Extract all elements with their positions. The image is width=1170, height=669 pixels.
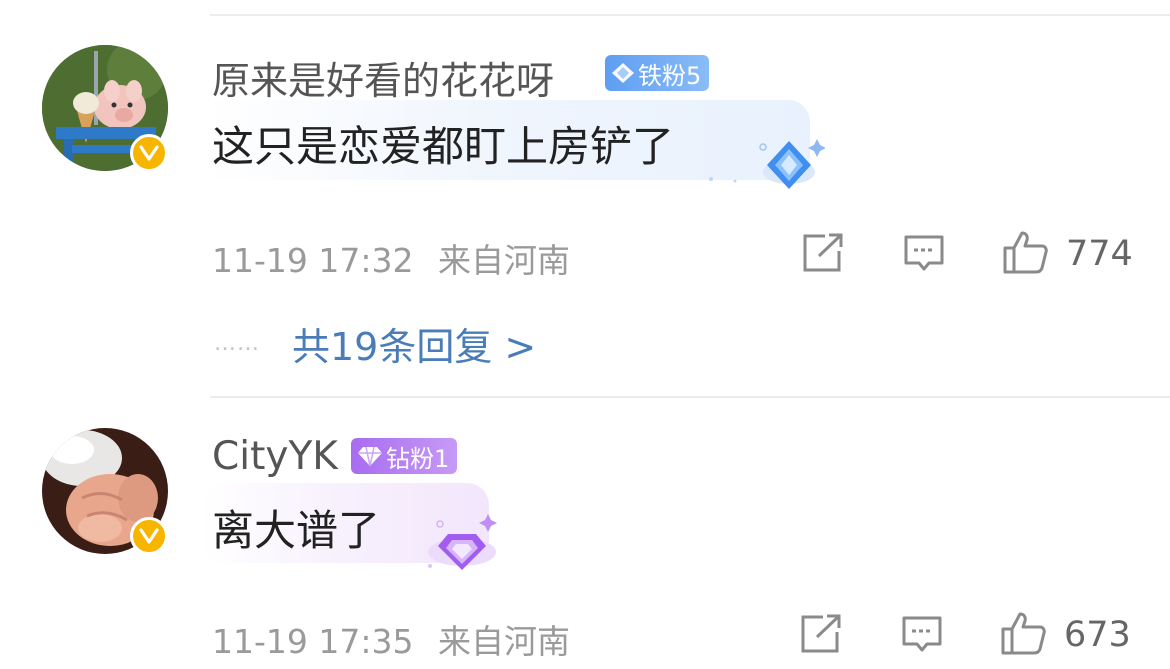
like-count: 673 <box>1064 615 1131 655</box>
verified-badge-icon <box>130 134 168 172</box>
thumbs-up-icon <box>1001 612 1046 655</box>
comment-icon <box>904 235 944 271</box>
diamond-sticker-icon <box>709 139 825 189</box>
share-button[interactable] <box>801 233 845 277</box>
share-icon <box>803 233 843 272</box>
comment-location: 来自河南 <box>437 241 570 280</box>
comment-text: 离大谱了 <box>212 506 381 555</box>
comment-button[interactable] <box>901 615 943 659</box>
comment-time: 11-19 17:35 <box>212 622 414 661</box>
replies-dots: …… <box>214 331 260 356</box>
comment-text: 这只是恋爱都盯上房铲了 <box>212 122 675 171</box>
comment-meta: 11-19 17:35 来自河南 <box>212 615 570 663</box>
comment-divider <box>210 396 1170 398</box>
username[interactable]: CityYK <box>212 434 338 479</box>
fan-badge-label: 钻粉1 <box>386 444 450 473</box>
username[interactable]: 原来是好看的花花呀 <box>212 50 554 105</box>
comment-icon <box>902 616 942 652</box>
gem-icon <box>358 446 382 467</box>
like-count: 774 <box>1066 234 1133 274</box>
gem-sticker-icon <box>428 514 497 570</box>
top-divider <box>210 14 1170 16</box>
fan-badge[interactable]: 钻粉1 <box>351 438 458 474</box>
thumbs-up-icon <box>1003 231 1048 274</box>
comment-time: 11-19 17:32 <box>212 241 414 280</box>
comment-location: 来自河南 <box>437 622 570 661</box>
verified-badge-icon <box>130 517 168 555</box>
fan-badge[interactable]: 铁粉5 <box>605 55 710 91</box>
comment-button[interactable] <box>903 234 945 278</box>
diamond-icon <box>612 63 634 83</box>
replies-count-label: 共19条回复 > <box>292 325 537 369</box>
like-button[interactable] <box>1003 230 1049 278</box>
share-button[interactable] <box>799 614 843 658</box>
comment-meta: 11-19 17:32 来自河南 <box>212 234 570 282</box>
fan-badge-label: 铁粉5 <box>638 61 702 90</box>
view-replies-link[interactable]: …… 共19条回复 > <box>214 316 536 371</box>
like-button[interactable] <box>1001 611 1047 659</box>
share-icon <box>801 614 841 653</box>
